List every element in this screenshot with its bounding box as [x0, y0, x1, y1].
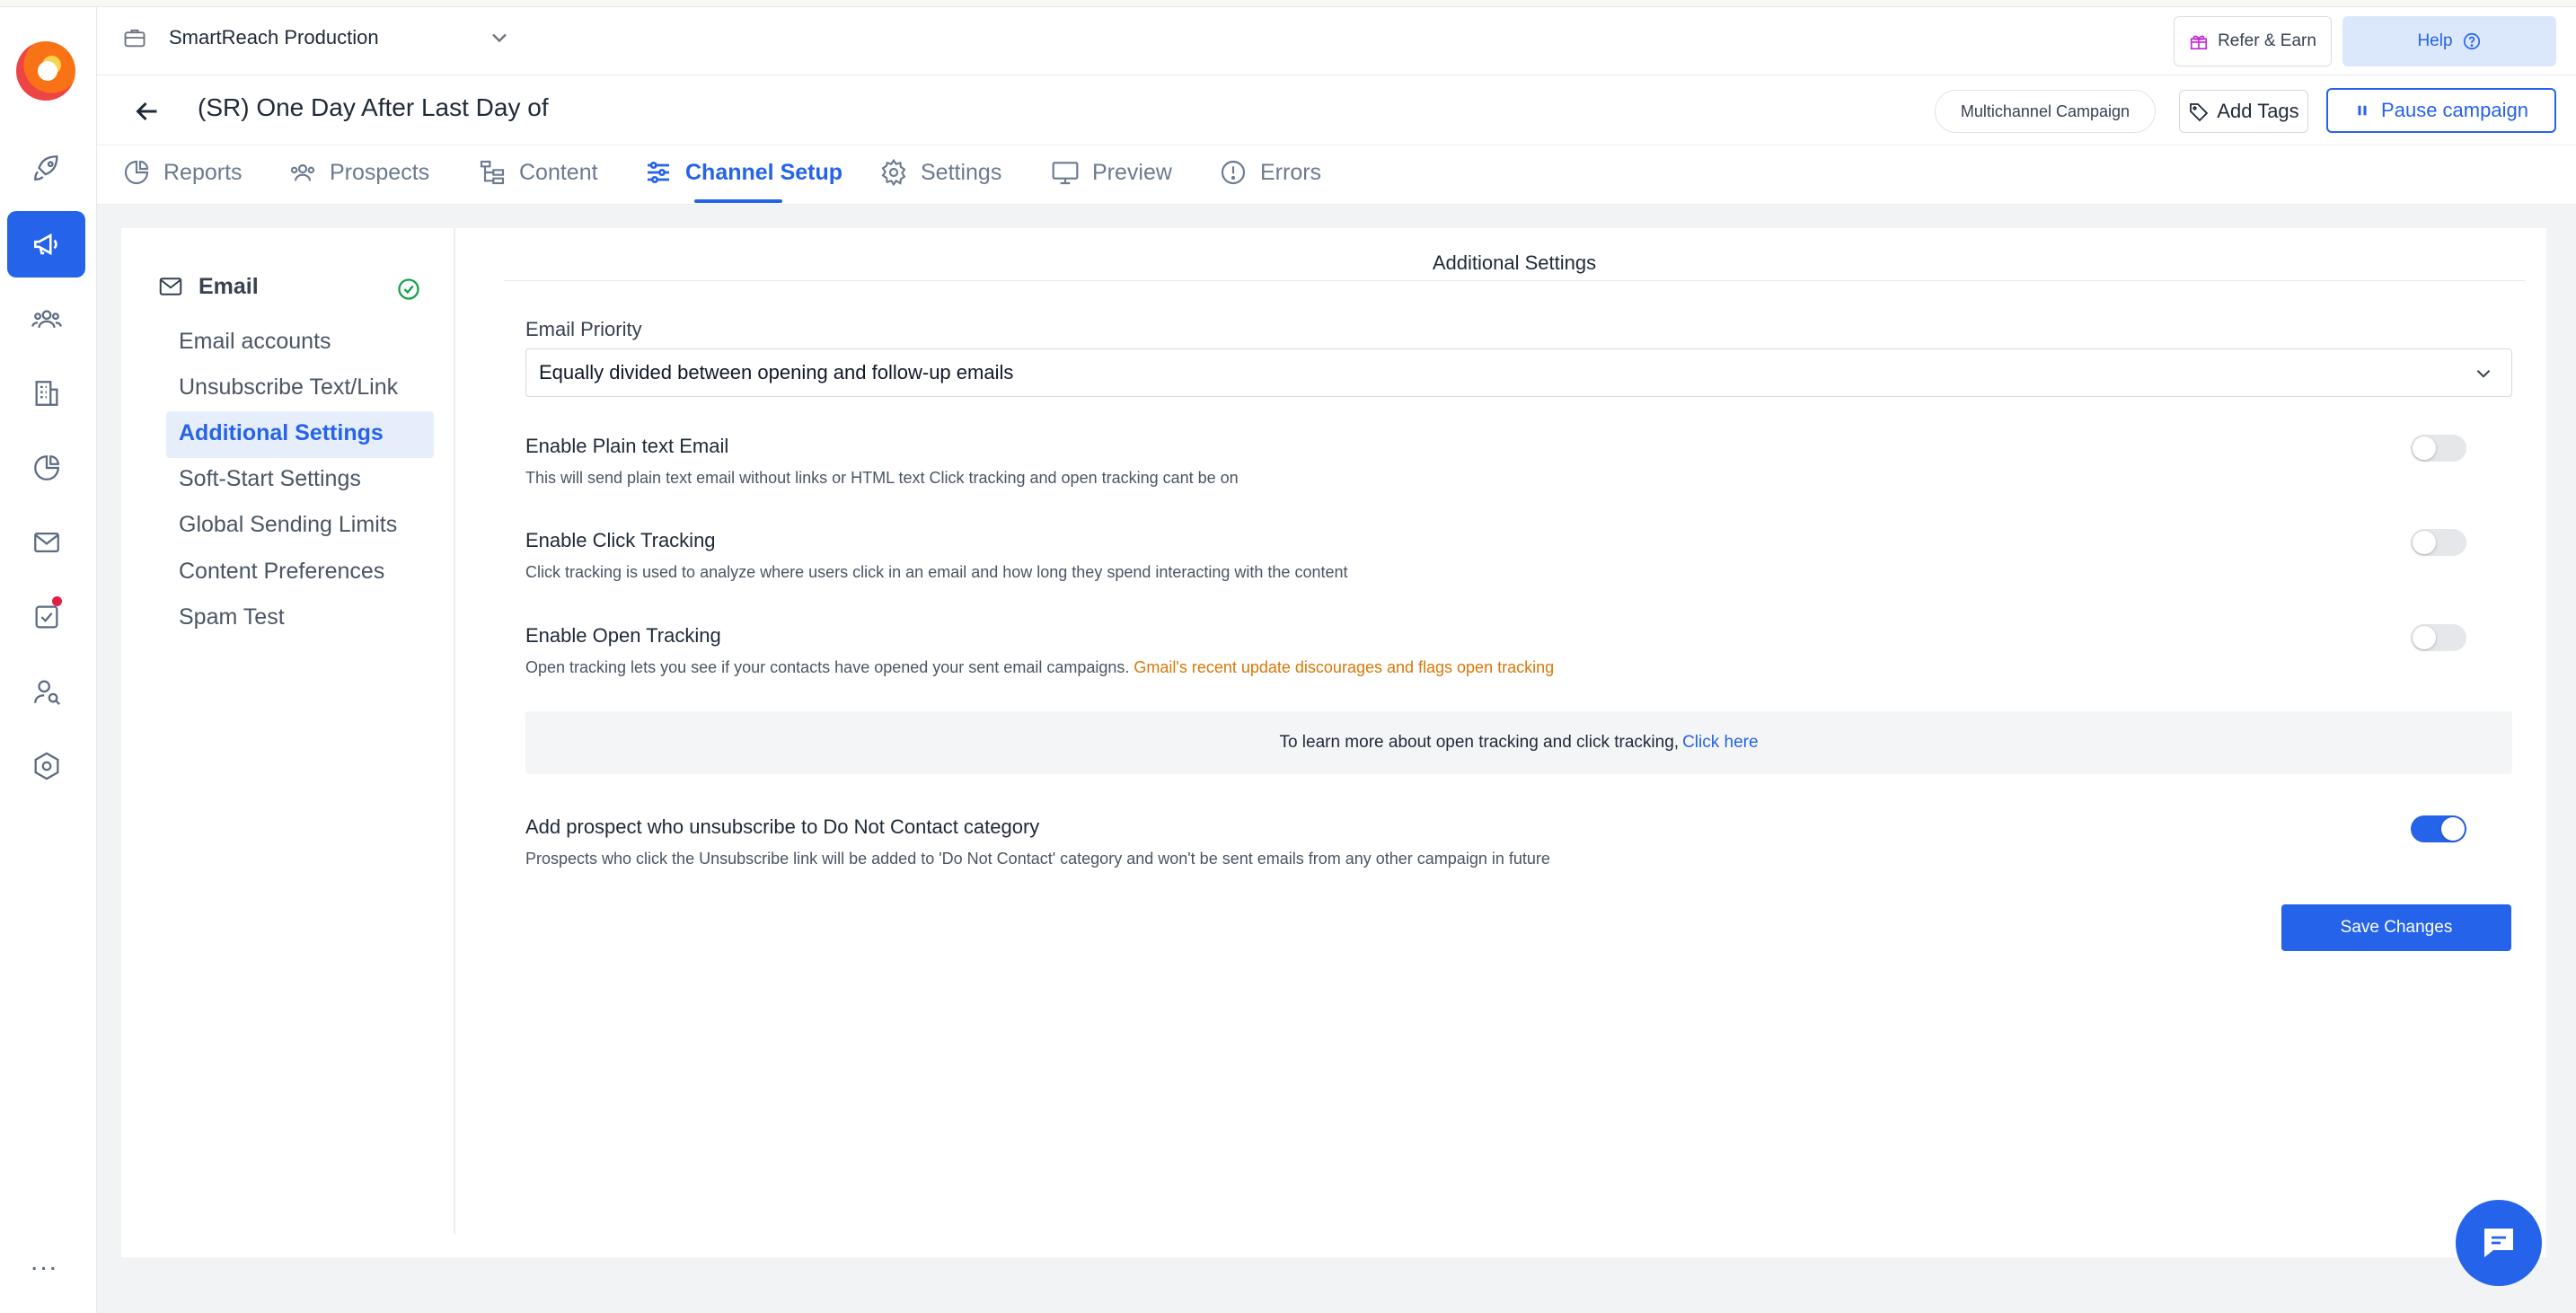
open-tracking-label: Enable Open Tracking [525, 624, 721, 647]
channel-sidenav: Email Email accounts Unsubscribe Text/Li… [121, 228, 455, 1234]
campaign-tabs: Reports Prospects Content Channel Setup … [97, 145, 2576, 205]
top-edge [0, 0, 2576, 7]
chevron-down-icon [491, 33, 507, 43]
megaphone-icon [33, 233, 57, 256]
mail-icon [33, 532, 59, 553]
tag-icon [2190, 103, 2209, 122]
gear-icon [881, 158, 906, 187]
campaign-type-badge: Multichannel Campaign [1934, 90, 2156, 133]
sidenav-item-unsubscribe[interactable]: Unsubscribe Text/Link [179, 375, 398, 401]
open-tracking-desc: Open tracking lets you see if your conta… [525, 658, 1555, 676]
campaign-title: (SR) One Day After Last Day of [198, 93, 549, 121]
pause-campaign-button[interactable]: Pause campaign [2326, 88, 2556, 133]
dnc-toggle[interactable] [2411, 815, 2466, 842]
pie-chart-icon [124, 160, 149, 185]
add-tags-button[interactable]: Add Tags [2179, 90, 2308, 133]
users-icon [31, 310, 62, 329]
section-title: Additional Settings [1432, 251, 1597, 274]
pause-icon [2358, 105, 2367, 116]
pie-chart-icon [33, 455, 59, 480]
sidenav-item-email-accounts[interactable]: Email accounts [179, 329, 331, 355]
chat-bubble-icon [2484, 1229, 2513, 1257]
sidenav-item-global-limits[interactable]: Global Sending Limits [179, 512, 397, 538]
rail-accounts[interactable] [7, 360, 85, 427]
app-rail: ... [0, 7, 97, 1313]
rail-prospects[interactable] [7, 286, 85, 352]
learn-more-link[interactable]: Click here [1682, 733, 1758, 753]
rail-tasks[interactable] [7, 584, 85, 650]
email-priority-select[interactable]: Equally divided between opening and foll… [525, 348, 2512, 397]
workspace-switcher[interactable]: SmartReach Production [122, 25, 512, 50]
plain-text-desc: This will send plain text email without … [525, 469, 1239, 487]
open-tracking-toggle[interactable] [2411, 624, 2466, 651]
main-panel: Email Email accounts Unsubscribe Text/Li… [121, 228, 2546, 1257]
briefcase-icon [124, 29, 146, 48]
plain-text-toggle[interactable] [2411, 435, 2466, 462]
task-check-icon [35, 605, 57, 629]
dnc-desc: Prospects who click the Unsubscribe link… [525, 850, 1550, 868]
rail-rocket[interactable] [7, 135, 85, 201]
help-button[interactable]: Help [2342, 16, 2556, 66]
email-priority-label: Email Priority [525, 318, 642, 340]
refer-earn-button[interactable]: Refer & Earn [2174, 16, 2332, 66]
users-icon [290, 163, 315, 181]
plain-text-label: Enable Plain text Email [525, 435, 729, 457]
hexagon-settings-icon [34, 752, 58, 780]
rail-settings[interactable] [7, 733, 85, 799]
check-circle-icon [398, 278, 419, 300]
rail-team[interactable] [7, 658, 85, 725]
active-tab-indicator [694, 199, 782, 203]
back-arrow-icon[interactable] [131, 95, 163, 128]
campaign-header: (SR) One Day After Last Day of Multichan… [97, 75, 2576, 145]
rocket-icon [33, 155, 57, 181]
mail-icon [159, 278, 182, 295]
sidenav-header-email[interactable]: Email [157, 273, 259, 300]
chevron-down-icon [2476, 370, 2491, 378]
tab-preview[interactable]: Preview [1051, 158, 1172, 187]
sliders-icon [648, 162, 669, 183]
sidenav-item-spam-test[interactable]: Spam Test [179, 604, 285, 630]
rail-inbox[interactable] [7, 509, 85, 576]
top-bar: SmartReach Production Refer & Earn Help [97, 7, 2576, 75]
additional-settings-section: Additional Settings Email Priority Equal… [504, 228, 2525, 1216]
toggle-knob [2413, 626, 2436, 649]
dnc-label: Add prospect who unsubscribe to Do Not C… [525, 815, 1040, 838]
alert-circle-icon [1221, 160, 1246, 185]
tab-prospects[interactable]: Prospects [288, 158, 429, 187]
chat-launcher[interactable] [2456, 1200, 2542, 1286]
app-logo[interactable] [16, 41, 75, 101]
tree-icon [480, 160, 505, 185]
rail-reports[interactable] [7, 435, 85, 501]
toggle-knob [2413, 436, 2436, 460]
user-search-icon [33, 680, 60, 705]
sidenav-item-soft-start[interactable]: Soft-Start Settings [179, 466, 361, 492]
open-tracking-warning: Gmail's recent update discourages and fl… [1134, 658, 1555, 676]
more-icon[interactable]: ... [31, 1247, 58, 1277]
workspace-name: SmartReach Production [169, 26, 379, 48]
sidenav-item-additional-settings[interactable]: Additional Settings [179, 420, 384, 446]
tab-errors[interactable]: Errors [1219, 158, 1321, 187]
tab-reports[interactable]: Reports [122, 158, 243, 187]
click-tracking-desc: Click tracking is used to analyze where … [525, 563, 1348, 581]
monitor-icon [1052, 162, 1079, 185]
divider [504, 280, 2525, 281]
click-tracking-label: Enable Click Tracking [525, 529, 716, 551]
tab-content[interactable]: Content [478, 158, 598, 187]
click-tracking-toggle[interactable] [2411, 529, 2466, 556]
sidenav-item-content-preferences[interactable]: Content Preferences [179, 559, 384, 585]
notification-dot [52, 596, 62, 606]
rail-campaigns[interactable] [7, 211, 85, 278]
gift-icon [2191, 35, 2208, 50]
help-circle-icon [2463, 32, 2480, 50]
toggle-knob [2441, 817, 2465, 841]
tab-settings[interactable]: Settings [879, 158, 1001, 187]
toggle-knob [2413, 531, 2436, 554]
tracking-info-box: To learn more about open tracking and cl… [525, 711, 2512, 774]
save-changes-button[interactable]: Save Changes [2281, 904, 2511, 951]
tab-channel-setup[interactable]: Channel Setup [644, 158, 842, 187]
building-icon [35, 381, 57, 406]
